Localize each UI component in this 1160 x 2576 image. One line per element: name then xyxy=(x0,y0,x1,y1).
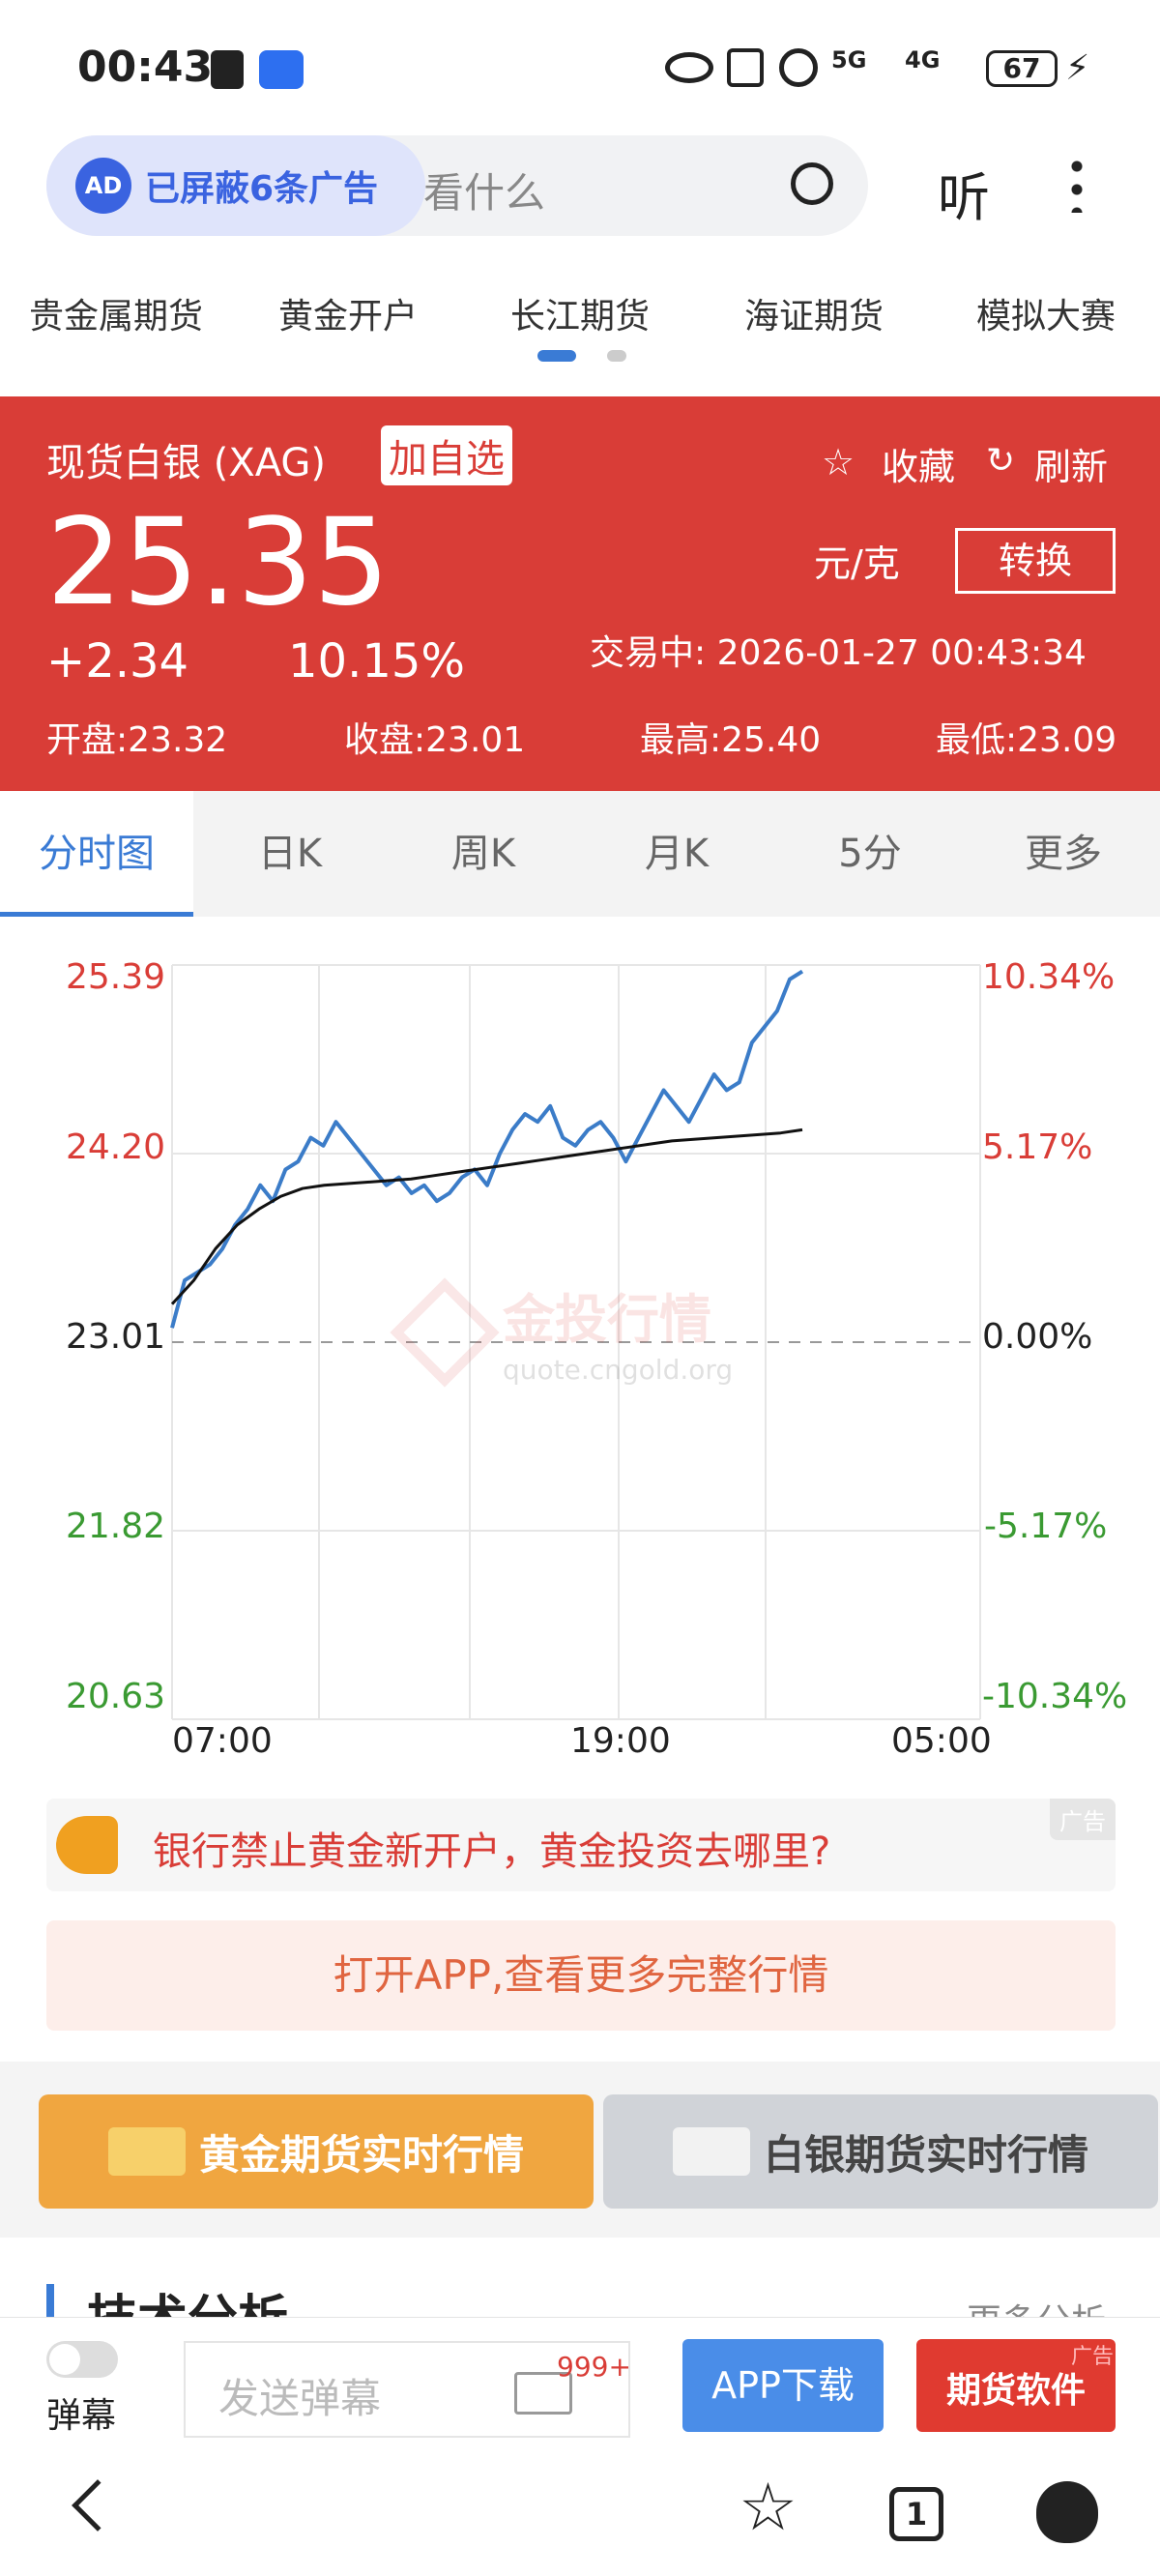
ad-label: 广告 xyxy=(1070,2345,1114,2369)
y-right-tick: 0.00% xyxy=(982,1317,1093,1357)
instrument-name: 现货白银 (XAG) xyxy=(46,441,326,485)
silver-futures-label: 白银期货实时行情 xyxy=(763,2130,1088,2179)
trading-status: 交易中: 2026-01-27 00:43:34 xyxy=(590,633,1087,673)
tabs-icon[interactable]: 1 xyxy=(889,2487,943,2541)
y-left-tick: 25.39 xyxy=(66,957,166,997)
signal-5g-icon: 5G xyxy=(831,46,867,73)
add-watchlist-button[interactable]: 加自选 xyxy=(381,425,512,485)
gold-bars-icon xyxy=(107,2127,186,2176)
category-item[interactable]: 模拟大赛 xyxy=(940,288,1152,338)
refresh-button[interactable]: 刷新 xyxy=(1034,437,1108,490)
quote-panel: 现货白银 (XAG) 加自选 ☆ 收藏 ↻ 刷新 25.35 元/克 转换 +2… xyxy=(0,396,1160,791)
danmu-label: 弹幕 xyxy=(46,2396,117,2436)
tab-monthly-k[interactable]: 月K xyxy=(580,791,773,917)
promo-banner[interactable]: 银行禁止黄金新开户，黄金投资去哪里? 广告 xyxy=(46,1799,1116,1891)
x-tick: 05:00 xyxy=(891,1721,992,1761)
search-icon[interactable] xyxy=(791,162,833,205)
y-right-tick: 10.34% xyxy=(982,957,1116,997)
star-icon[interactable]: ☆ xyxy=(822,441,855,483)
favorite-button[interactable]: 收藏 xyxy=(882,437,955,490)
section-more-clip: 更多分析 xyxy=(967,2290,1121,2317)
y-left-tick: 24.20 xyxy=(66,1127,166,1167)
back-icon[interactable] xyxy=(72,2479,124,2532)
close-price: 收盘:23.01 xyxy=(344,720,526,760)
price-line xyxy=(170,969,804,1329)
tab-weekly-k[interactable]: 周K xyxy=(387,791,580,917)
ad-blocked-badge[interactable]: AD 已屏蔽6条广告 xyxy=(46,135,425,236)
gold-futures-button[interactable]: 黄金期货实时行情 xyxy=(39,2094,594,2209)
app-download-button[interactable]: APP下载 xyxy=(682,2339,884,2432)
search-placeholder: 看什么 xyxy=(423,169,546,217)
silver-futures-button[interactable]: 白银期货实时行情 xyxy=(603,2094,1158,2209)
watermark-text: 金投行情 xyxy=(503,1289,711,1350)
section-title-clip: 技术分析 xyxy=(87,2270,377,2317)
silver-bars-icon xyxy=(672,2127,750,2176)
x-tick: 19:00 xyxy=(570,1721,671,1761)
battery-icon: 67 xyxy=(986,50,1058,87)
promo-text: 银行禁止黄金新开户，黄金投资去哪里? xyxy=(153,1830,831,1874)
category-item[interactable]: 长江期货 xyxy=(474,288,686,338)
category-item[interactable]: 黄金开户 xyxy=(242,288,454,338)
ad-blocked-text: 已屏蔽6条广告 xyxy=(145,169,379,209)
danmu-bar: 弹幕 发送弹幕 999+ APP下载 期货软件 广告 xyxy=(0,2317,1160,2443)
gold-futures-label: 黄金期货实时行情 xyxy=(198,2130,524,2179)
convert-button[interactable]: 转换 xyxy=(955,528,1116,594)
danmu-placeholder: 发送弹幕 xyxy=(218,2375,382,2422)
change-value: +2.34 xyxy=(46,634,189,688)
message-count: 999+ xyxy=(557,2351,631,2383)
y-right-tick: -5.17% xyxy=(984,1507,1108,1546)
alarm-icon xyxy=(779,48,818,87)
danmu-toggle[interactable] xyxy=(46,2341,118,2378)
open-app-banner[interactable]: 打开APP,查看更多完整行情 xyxy=(46,1920,1116,2031)
ad-label: 广告 xyxy=(1050,1799,1116,1840)
intraday-chart: 25.39 24.20 23.01 21.82 20.63 10.34% 5.1… xyxy=(0,917,1160,1787)
megaphone-icon xyxy=(56,1816,118,1874)
upload-icon xyxy=(211,50,244,89)
nfc-icon xyxy=(727,48,764,87)
change-percent: 10.15% xyxy=(288,634,466,688)
section-marker xyxy=(46,2284,54,2317)
tab-daily-k[interactable]: 日K xyxy=(193,791,387,917)
y-left-tick: 23.01 xyxy=(66,1317,166,1357)
price: 25.35 xyxy=(46,493,390,632)
low-price: 最低:23.09 xyxy=(936,720,1117,760)
watermark-url: quote.cngold.org xyxy=(503,1354,734,1386)
honor-app-icon xyxy=(259,50,304,89)
status-time: 00:43 xyxy=(77,43,214,92)
section-more-link[interactable]: 更多分析 xyxy=(967,2294,1106,2317)
baidu-paw-icon[interactable] xyxy=(1036,2481,1098,2543)
high-price: 最高:25.40 xyxy=(640,720,822,760)
refresh-icon[interactable]: ↻ xyxy=(986,441,1015,481)
section-title: 技术分析 xyxy=(87,2278,288,2317)
y-right-tick: 5.17% xyxy=(982,1127,1093,1167)
star-icon[interactable]: ☆ xyxy=(739,2470,798,2546)
open-price: 开盘:23.32 xyxy=(46,720,228,760)
futures-software-button[interactable]: 期货软件 广告 xyxy=(916,2339,1116,2432)
danmu-input[interactable]: 发送弹幕 999+ xyxy=(184,2341,631,2438)
page-indicator xyxy=(607,350,626,362)
unit: 元/克 xyxy=(814,542,900,585)
y-left-tick: 21.82 xyxy=(66,1507,166,1546)
tab-5min[interactable]: 5分 xyxy=(773,791,967,917)
listen-button[interactable]: 听 xyxy=(938,155,990,231)
ad-shield-icon: AD xyxy=(75,158,131,214)
browser-nav-bar: ☆ 1 xyxy=(0,2443,1160,2576)
page-indicator-active xyxy=(537,350,576,362)
tab-more[interactable]: 更多 xyxy=(967,791,1160,917)
x-tick: 07:00 xyxy=(172,1721,273,1761)
category-item[interactable]: 海证期货 xyxy=(708,288,920,338)
status-bar: 00:43 5G 4G 67 ⚡ xyxy=(0,0,1160,135)
charging-icon: ⚡ xyxy=(1065,48,1090,88)
y-left-tick: 20.63 xyxy=(66,1677,166,1716)
tab-intraday[interactable]: 分时图 xyxy=(0,791,193,917)
category-item[interactable]: 贵金属期货 xyxy=(10,288,222,338)
chart-tabs: 分时图 日K 周K 月K 5分 更多 xyxy=(0,791,1160,917)
y-right-tick: -10.34% xyxy=(982,1677,1128,1716)
eye-icon xyxy=(665,52,713,83)
more-menu-icon[interactable] xyxy=(1071,155,1083,213)
signal-4g-icon: 4G xyxy=(905,46,941,73)
